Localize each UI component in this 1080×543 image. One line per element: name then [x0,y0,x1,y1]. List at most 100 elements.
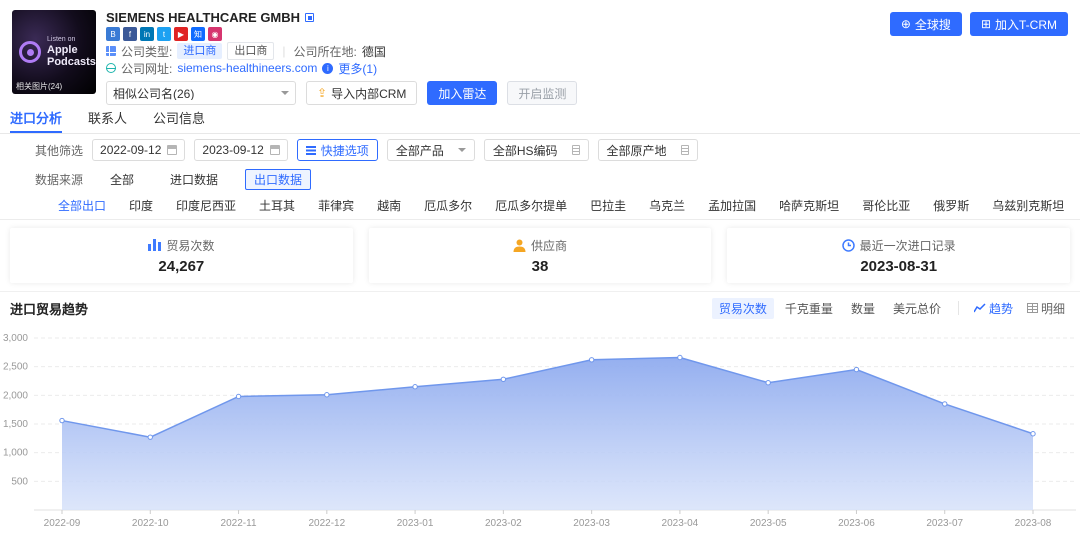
metric-quantity[interactable]: 数量 [844,298,882,319]
blog-icon[interactable]: B [106,27,120,41]
table-icon [1027,303,1038,313]
country-tab[interactable]: 乌兹别克斯坦 [992,197,1064,214]
tab-contacts[interactable]: 联系人 [88,104,127,133]
calendar-icon [270,145,280,155]
end-date-input[interactable]: 2023-09-12 [194,139,287,161]
origin-select[interactable]: 全部原产地 [598,139,698,161]
source-export-data[interactable]: 出口数据 [245,169,311,190]
stat-card-suppliers: 供应商 38 [369,228,712,283]
document-icon [572,145,580,155]
website-label: 公司网址: [121,60,172,77]
metric-trade-count[interactable]: 贸易次数 [712,298,774,319]
youtube-icon[interactable]: ▶ [174,27,188,41]
country-tab[interactable]: 厄瓜多尔提单 [495,197,567,214]
country-tab[interactable]: 全部出口 [58,197,106,214]
social-links: B f in t ▶ 知 ◉ [106,27,577,41]
import-crm-button[interactable]: ⇪ 导入内部CRM [306,81,417,105]
country-tab[interactable]: 乌克兰 [649,197,685,214]
svg-text:2,000: 2,000 [3,390,28,401]
import-icon: ⇪ [317,86,327,100]
quick-options-icon [306,146,316,155]
product-select-value: 全部产品 [396,142,444,159]
country-tab[interactable]: 印度 [129,197,153,214]
country-tab[interactable]: 哈萨克斯坦 [779,197,839,214]
country-tab[interactable]: 土耳其 [259,197,295,214]
data-source-label: 数据来源 [35,171,83,188]
svg-text:2022-11: 2022-11 [221,518,257,529]
quick-options-button[interactable]: 快捷选项 [297,139,378,161]
document-icon [681,145,689,155]
bar-chart-icon [148,239,161,251]
source-import-data[interactable]: 进口数据 [161,169,227,190]
metric-kg-weight[interactable]: 千克重量 [778,298,840,319]
exporter-tag: 出口商 [227,42,274,60]
svg-text:1,000: 1,000 [3,448,28,459]
company-type-label: 公司类型: [121,43,172,60]
stat-cards: 贸易次数 24,267 供应商 38 最近一次进口记录 202 [0,220,1080,292]
copy-icon[interactable] [305,13,314,22]
country-tab[interactable]: 厄瓜多尔 [424,197,472,214]
stat-card-trade-count: 贸易次数 24,267 [10,228,353,283]
location-value: 德国 [362,43,386,60]
join-tcrm-button[interactable]: ⊞ 加入T-CRM [970,12,1068,36]
tab-company-info[interactable]: 公司信息 [153,104,205,133]
country-tab[interactable]: 印度尼西亚 [176,197,236,214]
tab-import-analysis[interactable]: 进口分析 [10,104,62,133]
country-tab[interactable]: 巴拉圭 [590,197,626,214]
company-name: SIEMENS HEALTHCARE GMBH [106,10,300,25]
globe-search-icon: ⊕ [901,17,911,31]
company-header: Listen on Apple Podcasts 相关图片(24) SIEMEN… [0,0,1080,104]
instagram-icon[interactable]: ◉ [208,27,222,41]
other-filter-label: 其他筛选 [35,142,83,159]
country-tab[interactable]: 俄罗斯 [933,197,969,214]
view-detail-toggle[interactable]: 明细 [1022,298,1070,319]
global-search-button[interactable]: ⊕ 全球搜 [890,12,962,36]
line-chart-icon [974,303,986,313]
divider: | [282,44,285,58]
country-tab[interactable]: 孟加拉国 [708,197,756,214]
svg-text:2022-10: 2022-10 [132,518,169,529]
divider [958,301,959,315]
country-tab[interactable]: 越南 [377,197,401,214]
more-link[interactable]: 更多(1) [338,60,377,77]
start-date-value: 2022-09-12 [100,143,161,157]
similar-company-input[interactable] [113,86,281,100]
start-date-input[interactable]: 2022-09-12 [92,139,185,161]
join-tcrm-label: 加入T-CRM [995,16,1057,33]
country-tab[interactable]: 菲律宾 [318,197,354,214]
product-select[interactable]: 全部产品 [387,139,475,161]
svg-text:2023-06: 2023-06 [838,518,875,529]
view-detail-label: 明细 [1041,300,1065,317]
company-logo[interactable]: Listen on Apple Podcasts 相关图片(24) [12,10,96,94]
country-tab[interactable]: 哥伦比亚 [862,197,910,214]
building-icon [106,46,116,56]
stat-label: 贸易次数 [166,237,214,254]
website-link[interactable]: siemens-healthineers.com [177,61,317,75]
stat-value: 2023-08-31 [860,258,937,275]
hs-code-select[interactable]: 全部HS编码 [484,139,589,161]
import-crm-label: 导入内部CRM [331,85,406,102]
join-radar-button[interactable]: 加入雷达 [427,81,497,105]
apple-podcasts-text: Listen on Apple Podcasts [47,36,91,68]
apple-podcasts-icon [19,41,41,63]
country-tabs: 全部出口 印度 印度尼西亚 土耳其 菲律宾 越南 厄瓜多尔 厄瓜多尔提单 巴拉圭… [0,192,1080,220]
facebook-icon[interactable]: f [123,27,137,41]
origin-value: 全部原产地 [607,142,667,159]
metric-usd-total[interactable]: 美元总价 [886,298,948,319]
twitter-icon[interactable]: t [157,27,171,41]
view-trend-label: 趋势 [989,300,1013,317]
data-source-row: 数据来源 全部 进口数据 出口数据 [0,166,1080,192]
chevron-down-icon[interactable] [281,91,289,95]
end-date-value: 2023-09-12 [202,143,263,157]
view-trend-toggle[interactable]: 趋势 [969,298,1018,319]
start-monitor-button[interactable]: 开启监测 [507,81,577,105]
trade-trend-chart[interactable]: 5001,0001,5002,0002,5003,0002022-092022-… [0,324,1080,543]
source-all[interactable]: 全部 [101,169,143,190]
quick-options-label: 快捷选项 [321,142,369,159]
svg-text:2023-07: 2023-07 [926,518,963,529]
svg-text:2023-02: 2023-02 [485,518,522,529]
zhihu-icon[interactable]: 知 [191,27,205,41]
logo-brand-text: Apple Podcasts [47,44,91,68]
linkedin-icon[interactable]: in [140,27,154,41]
related-images-caption[interactable]: 相关图片(24) [16,81,62,92]
